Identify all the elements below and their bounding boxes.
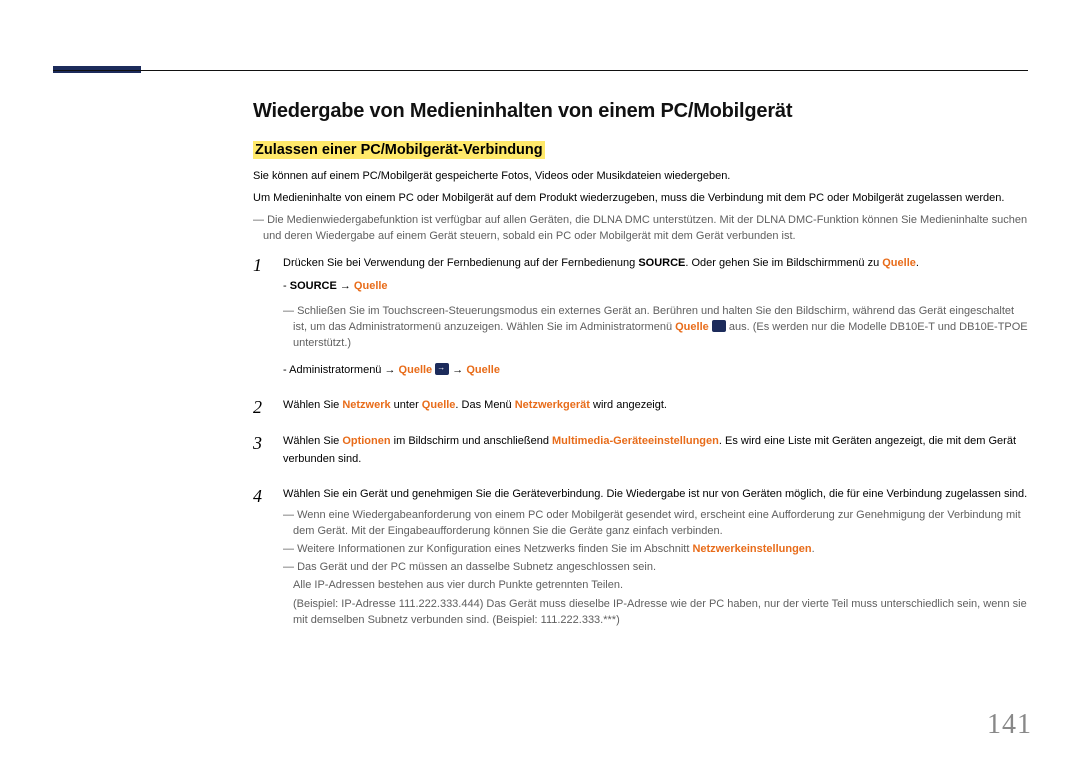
s3-opt: Optionen <box>342 435 390 447</box>
s2-b: unter <box>391 399 422 411</box>
quelle-nav: Quelle <box>354 280 388 292</box>
admin-q1: Quelle <box>399 364 433 376</box>
top-rule <box>53 70 1028 71</box>
s2-quelle: Quelle <box>422 399 456 411</box>
step4-notes: Wenn eine Wiedergabeanforderung von eine… <box>283 508 1028 629</box>
step1-touch-note: Schließen Sie im Touchscreen-Steuerungsm… <box>283 304 1028 352</box>
section-subtitle: Zulassen einer PC/Mobilgerät-Verbindung <box>253 141 1028 159</box>
dash: - <box>283 280 290 292</box>
admin-q2: Quelle <box>466 364 500 376</box>
page-number: 141 <box>987 709 1032 741</box>
admin-arrow2: → <box>449 364 466 376</box>
post-note-3-sub2: (Beispiel: IP-Adresse 111.222.333.444) D… <box>293 596 1028 629</box>
step1-subline-source: - SOURCE → Quelle <box>283 278 1028 296</box>
step1-admin-path: - Administratormenü → Quelle → Quelle <box>283 362 1028 380</box>
s2-netz: Netzwerk <box>342 399 390 411</box>
pn2-a: Weitere Informationen zur Konfiguration … <box>297 543 692 555</box>
source-icon <box>712 320 726 332</box>
s3-a: Wählen Sie <box>283 435 342 447</box>
s2-a: Wählen Sie <box>283 399 342 411</box>
subtitle-highlight: Zulassen einer PC/Mobilgerät-Verbindung <box>253 141 545 159</box>
pn2-b: . <box>812 543 815 555</box>
s2-netzg: Netzwerkgerät <box>515 399 590 411</box>
s4-text: Wählen Sie ein Gerät und genehmigen Sie … <box>283 488 1027 500</box>
step1-text-b: . Oder gehen Sie im Bildschirmmenü zu <box>685 257 882 269</box>
source-icon-2 <box>435 363 449 375</box>
post-note-3: Das Gerät und der PC müssen an dasselbe … <box>283 560 1028 576</box>
page-title: Wiedergabe von Medieninhalten von einem … <box>253 100 1028 123</box>
intro-paragraph-1: Sie können auf einem PC/Mobilgerät gespe… <box>253 169 1028 185</box>
step-1: Drücken Sie bei Verwendung der Fernbedie… <box>253 255 1028 380</box>
main-content: Wiedergabe von Medieninhalten von einem … <box>253 100 1028 647</box>
dlna-note: Die Medienwiedergabefunktion ist verfügb… <box>253 213 1028 245</box>
step-4: Wählen Sie ein Gerät und genehmigen Sie … <box>253 486 1028 629</box>
step1-text-c: . <box>916 257 919 269</box>
source-nav: SOURCE <box>290 280 337 292</box>
admin-a: - Administratormenü → <box>283 364 399 376</box>
post-note-2: Weitere Informationen zur Konfiguration … <box>283 542 1028 558</box>
s3-b: im Bildschirm und anschließend <box>391 435 552 447</box>
quelle-label: Quelle <box>882 257 916 269</box>
steps-list: Drücken Sie bei Verwendung der Fernbedie… <box>253 255 1028 629</box>
s2-c: . Das Menü <box>455 399 514 411</box>
intro-paragraph-2: Um Medieninhalte von einem PC oder Mobil… <box>253 191 1028 207</box>
arrow: → <box>337 280 354 292</box>
step-2: Wählen Sie Netzwerk unter Quelle. Das Me… <box>253 397 1028 415</box>
post-note-3-sub1: Alle IP-Adressen bestehen aus vier durch… <box>293 577 1028 594</box>
source-label: SOURCE <box>638 257 685 269</box>
step1-text-a: Drücken Sie bei Verwendung der Fernbedie… <box>283 257 638 269</box>
step-3: Wählen Sie Optionen im Bildschirm und an… <box>253 433 1028 468</box>
post-note-1: Wenn eine Wiedergabeanforderung von eine… <box>283 508 1028 540</box>
pn2-link: Netzwerkeinstellungen <box>692 543 811 555</box>
s3-mm: Multimedia-Geräteeinstellungen <box>552 435 719 447</box>
s2-d: wird angezeigt. <box>590 399 667 411</box>
